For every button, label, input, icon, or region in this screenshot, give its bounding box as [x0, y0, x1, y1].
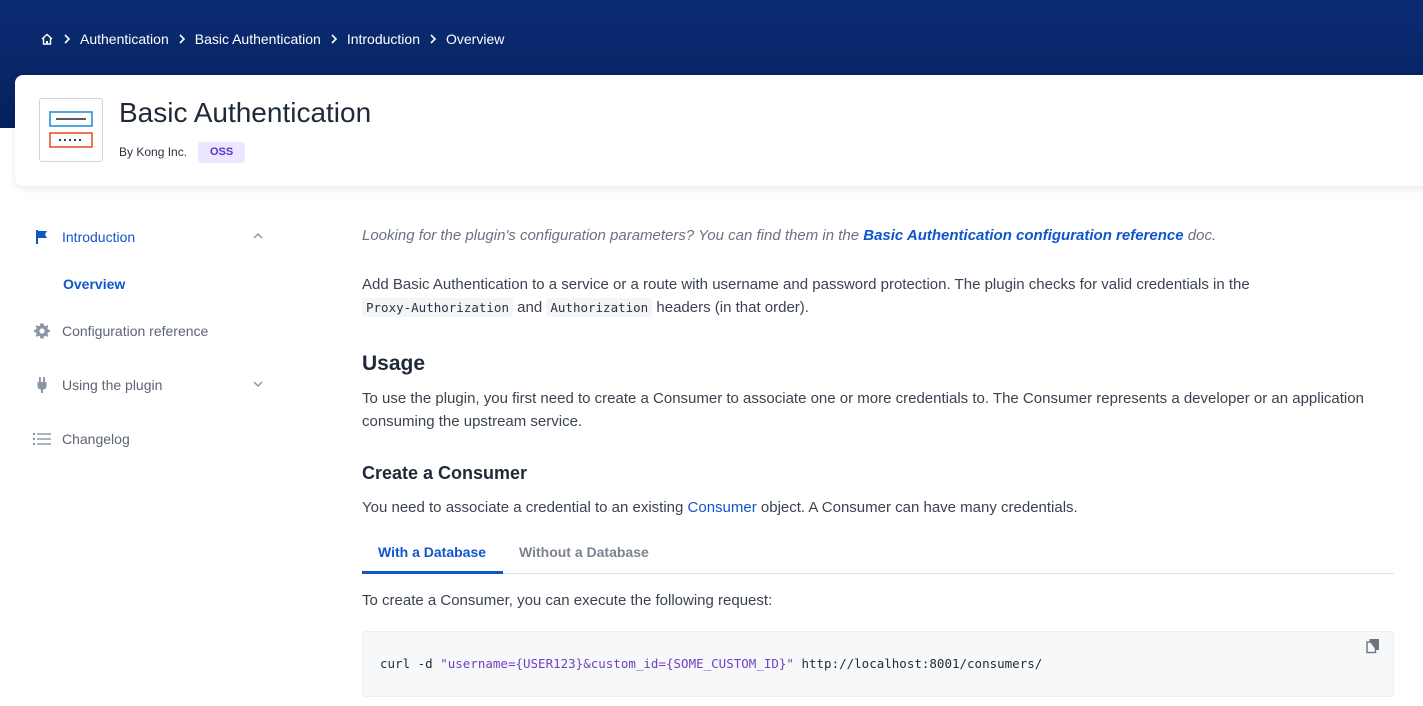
- breadcrumb-overview[interactable]: Overview: [446, 31, 504, 47]
- create-consumer-paragraph: You need to associate a credential to an…: [362, 496, 1362, 519]
- sidebar-item-overview[interactable]: Overview: [63, 276, 125, 292]
- chevron-down-icon[interactable]: [252, 377, 264, 393]
- chevron-right-icon: [330, 34, 338, 44]
- note-text-suffix: doc.: [1183, 227, 1217, 244]
- chevron-up-icon[interactable]: [252, 229, 264, 245]
- tab-without-database[interactable]: Without a Database: [519, 544, 649, 560]
- gear-icon: [32, 321, 52, 341]
- code-string: "username={USER123}&custom_id={SOME_CUST…: [440, 656, 794, 671]
- oss-badge: OSS: [198, 142, 246, 163]
- intro-and-text: and: [513, 299, 547, 316]
- usage-heading: Usage: [362, 352, 426, 375]
- sidebar-item-label: Configuration reference: [62, 323, 209, 339]
- chevron-right-icon: [178, 34, 186, 44]
- sidebar-item-introduction[interactable]: Introduction: [32, 227, 272, 247]
- plugin-author: By Kong Inc.: [119, 145, 188, 159]
- sidebar-item-label: Changelog: [62, 431, 130, 447]
- sidebar-item-label: Using the plugin: [62, 377, 163, 393]
- plugin-header-card: Basic Authentication By Kong Inc. OSS: [15, 75, 1423, 186]
- basic-auth-plugin-icon: [39, 98, 103, 162]
- flag-icon: [32, 227, 52, 247]
- create-suffix-text: object. A Consumer can have many credent…: [756, 499, 1078, 516]
- config-reference-link[interactable]: Basic Authentication configuration refer…: [863, 227, 1183, 244]
- consumer-link[interactable]: Consumer: [688, 499, 757, 516]
- code-url: http://localhost:8001/consumers/: [793, 656, 1043, 671]
- request-paragraph: To create a Consumer, you can execute th…: [362, 592, 773, 609]
- breadcrumb-introduction[interactable]: Introduction: [347, 31, 420, 47]
- code-command: curl -d: [380, 656, 441, 671]
- curl-command[interactable]: curl -d "username={USER123}&custom_id={S…: [380, 656, 1042, 671]
- code-block: curl -d "username={USER123}&custom_id={S…: [362, 631, 1394, 697]
- create-consumer-heading: Create a Consumer: [362, 463, 528, 483]
- authorization-code: Authorization: [546, 298, 653, 317]
- sidebar-item-label: Introduction: [62, 229, 136, 245]
- sidebar-item-configuration-reference[interactable]: Configuration reference: [32, 321, 272, 341]
- page-title: Basic Authentication: [119, 97, 372, 128]
- config-reference-note: Looking for the plugin's configuration p…: [362, 226, 1216, 246]
- sidebar-item-using-the-plugin[interactable]: Using the plugin: [32, 375, 272, 395]
- intro-suffix-text: headers (in that order).: [652, 299, 809, 316]
- copy-icon[interactable]: [1365, 638, 1381, 659]
- breadcrumb-basic-authentication[interactable]: Basic Authentication: [195, 31, 321, 47]
- note-text: Looking for the plugin's configuration p…: [362, 227, 864, 244]
- sidebar-item-changelog[interactable]: Changelog: [32, 429, 272, 449]
- intro-text: Add Basic Authentication to a service or…: [362, 276, 1250, 293]
- chevron-right-icon: [63, 34, 71, 44]
- chevron-right-icon: [429, 34, 437, 44]
- database-tabs: With a Database Without a Database: [362, 538, 1394, 574]
- list-icon: [32, 429, 52, 449]
- tab-with-database[interactable]: With a Database: [378, 544, 486, 560]
- active-tab-indicator: [362, 571, 503, 574]
- breadcrumb-authentication[interactable]: Authentication: [80, 31, 169, 47]
- proxy-authorization-code: Proxy-Authorization: [362, 298, 513, 317]
- intro-paragraph: Add Basic Authentication to a service or…: [362, 273, 1362, 319]
- breadcrumb: Authentication Basic Authentication Intr…: [40, 30, 504, 48]
- create-text: You need to associate a credential to an…: [362, 499, 688, 516]
- plug-icon: [32, 375, 52, 395]
- usage-paragraph: To use the plugin, you first need to cre…: [362, 390, 1364, 430]
- home-icon[interactable]: [40, 32, 54, 46]
